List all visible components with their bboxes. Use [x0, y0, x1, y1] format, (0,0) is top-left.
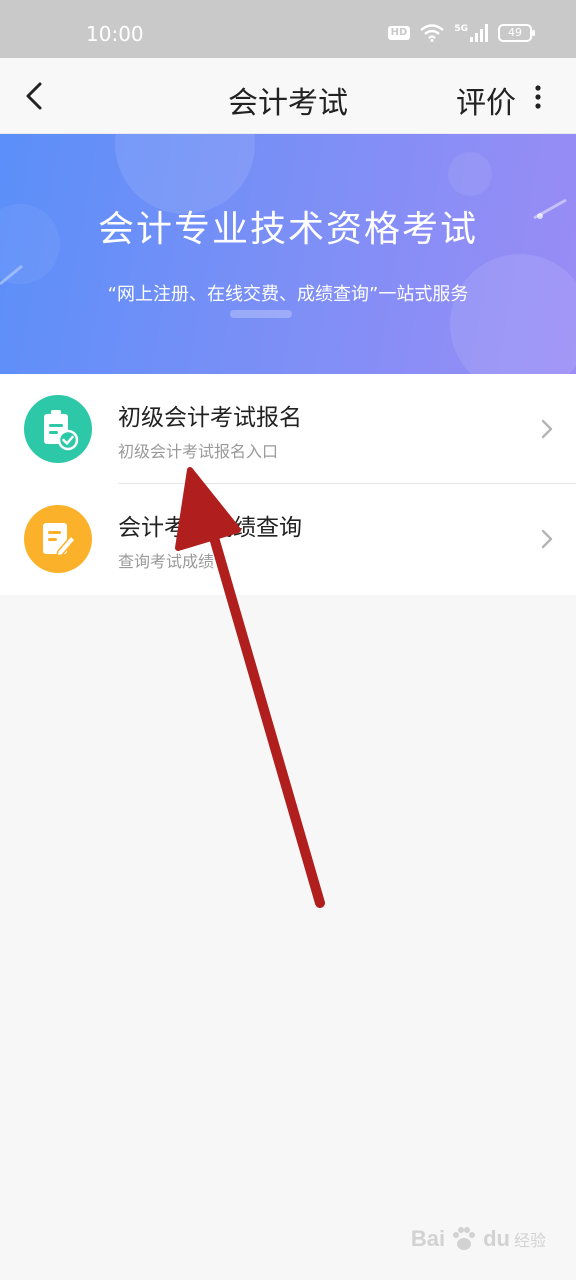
status-time: 10:00 — [86, 22, 144, 46]
watermark-brand-suffix: du — [483, 1226, 510, 1251]
chevron-right-icon — [541, 529, 553, 549]
hero-banner: 会计专业技术资格考试 “网上注册、在线交费、成绩查询”一站式服务 — [0, 134, 576, 374]
banner-subtitle: “网上注册、在线交费、成绩查询”一站式服务 — [107, 284, 469, 305]
watermark-brand: Bai — [410, 1226, 446, 1251]
watermark: Bai du 经验 — [411, 1224, 546, 1254]
banner-decoration — [0, 134, 576, 374]
list-item-title: 会计考试成绩查询 — [118, 515, 302, 541]
signal-icon — [470, 24, 488, 42]
wifi-icon — [420, 24, 445, 42]
banner-title: 会计专业技术资格考试 — [97, 209, 478, 250]
clipboard-check-icon — [24, 395, 92, 463]
watermark-subtext: 经验 — [513, 1231, 546, 1250]
list-item-score-query[interactable]: 会计考试成绩查询 查询考试成绩 — [0, 484, 576, 594]
signal-group: 5G — [454, 24, 488, 42]
list-item-register[interactable]: 初级会计考试报名 初级会计考试报名入口 — [0, 374, 576, 484]
more-vertical-icon[interactable] — [528, 84, 548, 110]
list-item-title: 初级会计考试报名 — [118, 405, 302, 431]
rate-button[interactable]: 评价 — [456, 78, 516, 122]
paw-icon — [453, 1227, 476, 1250]
edit-document-icon — [24, 505, 92, 573]
battery-icon: 49 — [498, 24, 535, 42]
status-bar: 10:00 HD 5G 49 — [0, 0, 576, 58]
status-icons: HD 5G 49 — [387, 24, 535, 42]
network-label: 5G — [454, 24, 468, 34]
nav-bar: 会计考试 评价 — [0, 58, 576, 134]
list-item-subtitle: 初级会计考试报名入口 — [118, 442, 279, 461]
chevron-right-icon — [541, 419, 553, 439]
list-item-subtitle: 查询考试成绩 — [118, 552, 215, 571]
menu-list: 初级会计考试报名 初级会计考试报名入口 会计考试成绩查询 查询考试成绩 — [0, 374, 576, 595]
hd-icon: HD — [387, 26, 411, 40]
